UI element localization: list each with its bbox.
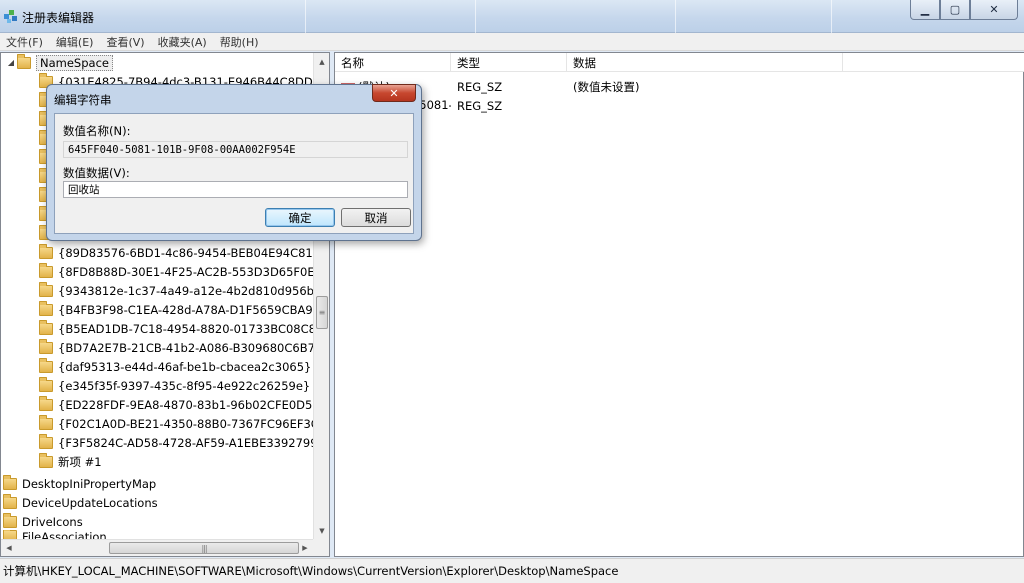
scroll-down-arrow-icon[interactable]: ▼ <box>314 522 329 539</box>
close-icon: ✕ <box>989 3 999 16</box>
folder-icon <box>39 414 53 430</box>
minimize-button[interactable]: ▁ <box>910 0 940 20</box>
scroll-thumb[interactable]: ≡ <box>316 296 328 329</box>
close-button[interactable]: ✕ <box>970 0 1018 20</box>
value-data-input[interactable]: 回收站 <box>63 181 408 198</box>
value-name-label: 数值名称(N): <box>63 124 131 138</box>
scroll-left-arrow-icon[interactable]: ◀ <box>1 540 17 556</box>
tree-item-label: DeviceUpdateLocations <box>22 495 158 510</box>
tree-item-label: 新项 #1 <box>58 454 102 469</box>
value-data: (数值未设置) <box>573 79 640 94</box>
folder-icon <box>39 357 53 373</box>
maximize-button[interactable]: ▢ <box>940 0 970 20</box>
column-header-data[interactable]: 数据 <box>567 53 843 72</box>
folder-icon <box>39 433 53 449</box>
window-title: 注册表编辑器 <box>22 11 95 25</box>
tree-horizontal-scrollbar[interactable]: ◀ ||| ▶ <box>1 539 313 556</box>
scroll-thumb[interactable]: ||| <box>109 542 299 554</box>
folder-open-icon <box>17 53 31 69</box>
status-bar: 计算机\HKEY_LOCAL_MACHINE\SOFTWARE\Microsof… <box>0 558 1024 583</box>
menu-bar: 文件(F) 编辑(E) 查看(V) 收藏夹(A) 帮助(H) <box>0 33 1024 51</box>
folder-icon <box>39 300 53 316</box>
background-window-strips <box>155 0 915 33</box>
maximize-icon: ▢ <box>949 3 961 16</box>
tree-item-label: DesktopIniPropertyMap <box>22 476 157 491</box>
cancel-button[interactable]: 取消 <box>341 208 411 227</box>
registry-path: 计算机\HKEY_LOCAL_MACHINE\SOFTWARE\Microsof… <box>3 564 619 578</box>
column-header-name[interactable]: 名称 <box>335 53 451 72</box>
value-name-text: 645FF040-5081-101B-9F08-00AA002F954E <box>68 143 296 156</box>
folder-icon <box>39 452 53 468</box>
tree-item[interactable]: {B4FB3F98-C1EA-428d-A78A-D1F5659CBA93} <box>39 300 327 319</box>
tree-item[interactable]: {8FD8B88D-30E1-4F25-AC2B-553D3D65F0EA} <box>39 262 330 281</box>
dialog-close-button[interactable]: ✕ <box>372 84 416 102</box>
scroll-up-arrow-icon[interactable]: ▲ <box>314 53 329 70</box>
tree-item-label: {B4FB3F98-C1EA-428d-A78A-D1F5659CBA93} <box>58 302 328 317</box>
tree-item[interactable]: DeviceUpdateLocations <box>3 493 158 512</box>
list-header: 名称 类型 数据 <box>335 53 1024 72</box>
tree-item-label: NameSpace <box>36 54 113 71</box>
menu-view[interactable]: 查看(V) <box>106 34 144 50</box>
tree-item-label: {F3F5824C-AD58-4728-AF59-A1EBE3392799} <box>58 435 325 450</box>
tree-item-namespace[interactable]: ◢ NameSpace <box>5 53 113 72</box>
tree-item[interactable]: {F02C1A0D-BE21-4350-88B0-7367FC96EF3C} <box>39 414 326 433</box>
folder-icon <box>39 376 53 392</box>
scroll-right-arrow-icon[interactable]: ▶ <box>297 540 313 556</box>
ok-button[interactable]: 确定 <box>265 208 335 227</box>
folder-icon <box>3 512 17 528</box>
values-list[interactable]: 名称 类型 数据 ab(默认) REG_SZ (数值未设置) ab645FF04… <box>334 52 1024 557</box>
tree-item-label: {9343812e-1c37-4a49-a12e-4b2d810d956b} <box>58 283 322 298</box>
tree-item-label: {89D83576-6BD1-4c86-9454-BEB04E94C819} <box>58 245 328 260</box>
scrollbar-corner <box>313 539 329 556</box>
folder-icon <box>39 262 53 278</box>
tree-item[interactable]: DesktopIniPropertyMap <box>3 474 156 493</box>
tree-item-label: {B5EAD1DB-7C18-4954-8820-01733BC08C82} <box>58 321 330 336</box>
folder-icon <box>39 243 53 259</box>
folder-icon <box>3 474 17 490</box>
dialog-body: 数值名称(N): 645FF040-5081-101B-9F08-00AA002… <box>54 113 414 234</box>
tree-item-label: {daf95313-e44d-46af-be1b-cbacea2c3065} <box>58 359 312 374</box>
folder-icon <box>39 319 53 335</box>
tree-item-label: DriveIcons <box>22 514 83 529</box>
value-data-label: 数值数据(V): <box>63 166 130 180</box>
column-header-type[interactable]: 类型 <box>451 53 567 72</box>
title-bar: 注册表编辑器 ▁ ▢ ✕ <box>0 0 1024 33</box>
tree-item[interactable]: {e345f35f-9397-435c-8f95-4e922c26259e} <box>39 376 310 395</box>
minimize-icon: ▁ <box>920 3 930 16</box>
menu-edit[interactable]: 编辑(E) <box>56 34 94 50</box>
tree-item[interactable]: {daf95313-e44d-46af-be1b-cbacea2c3065} <box>39 357 311 376</box>
folder-icon <box>39 395 53 411</box>
menu-file[interactable]: 文件(F) <box>6 34 43 50</box>
tree-item[interactable]: {89D83576-6BD1-4c86-9454-BEB04E94C819} <box>39 243 327 262</box>
tree-item[interactable]: {ED228FDF-9EA8-4870-83b1-96b02CFE0D52} <box>39 395 327 414</box>
folder-icon <box>3 493 17 509</box>
folder-icon <box>39 338 53 354</box>
folder-icon <box>39 281 53 297</box>
value-name-field: 645FF040-5081-101B-9F08-00AA002F954E <box>63 141 408 158</box>
tree-item[interactable]: {9343812e-1c37-4a49-a12e-4b2d810d956b} <box>39 281 321 300</box>
scroll-grip-icon: ||| <box>201 543 207 553</box>
tree-item[interactable]: {B5EAD1DB-7C18-4954-8820-01733BC08C82} <box>39 319 330 338</box>
close-icon: ✕ <box>389 86 399 100</box>
tree-item-label: {ED228FDF-9EA8-4870-83b1-96b02CFE0D52} <box>58 397 327 412</box>
tree-item[interactable]: {BD7A2E7B-21CB-41b2-A086-B309680C6B7E} <box>39 338 330 357</box>
value-type: REG_SZ <box>457 98 503 113</box>
menu-favorites[interactable]: 收藏夹(A) <box>158 34 207 50</box>
tree-item-label: {BD7A2E7B-21CB-41b2-A086-B309680C6B7E} <box>58 340 330 355</box>
edit-string-dialog: 编辑字符串 ✕ 数值名称(N): 645FF040-5081-101B-9F08… <box>46 84 422 241</box>
value-data-text: 回收站 <box>68 184 100 196</box>
tree-item-label: {F02C1A0D-BE21-4350-88B0-7367FC96EF3C} <box>58 416 327 431</box>
menu-help[interactable]: 帮助(H) <box>220 34 259 50</box>
window-controls: ▁ ▢ ✕ <box>910 0 1018 20</box>
tree-item[interactable]: DriveIcons <box>3 512 83 531</box>
tree-item-label: {8FD8B88D-30E1-4F25-AC2B-553D3D65F0EA} <box>58 264 330 279</box>
dialog-title: 编辑字符串 <box>54 93 112 107</box>
scroll-grip-icon: ≡ <box>318 308 326 317</box>
tree-item[interactable]: {F3F5824C-AD58-4728-AF59-A1EBE3392799} <box>39 433 325 452</box>
tree-item-label: {e345f35f-9397-435c-8f95-4e922c26259e} <box>58 378 311 393</box>
collapse-arrow-icon[interactable]: ◢ <box>5 58 17 67</box>
tree-item[interactable]: 新项 #1 <box>39 452 102 471</box>
regedit-icon <box>4 10 17 23</box>
value-type: REG_SZ <box>457 79 503 94</box>
